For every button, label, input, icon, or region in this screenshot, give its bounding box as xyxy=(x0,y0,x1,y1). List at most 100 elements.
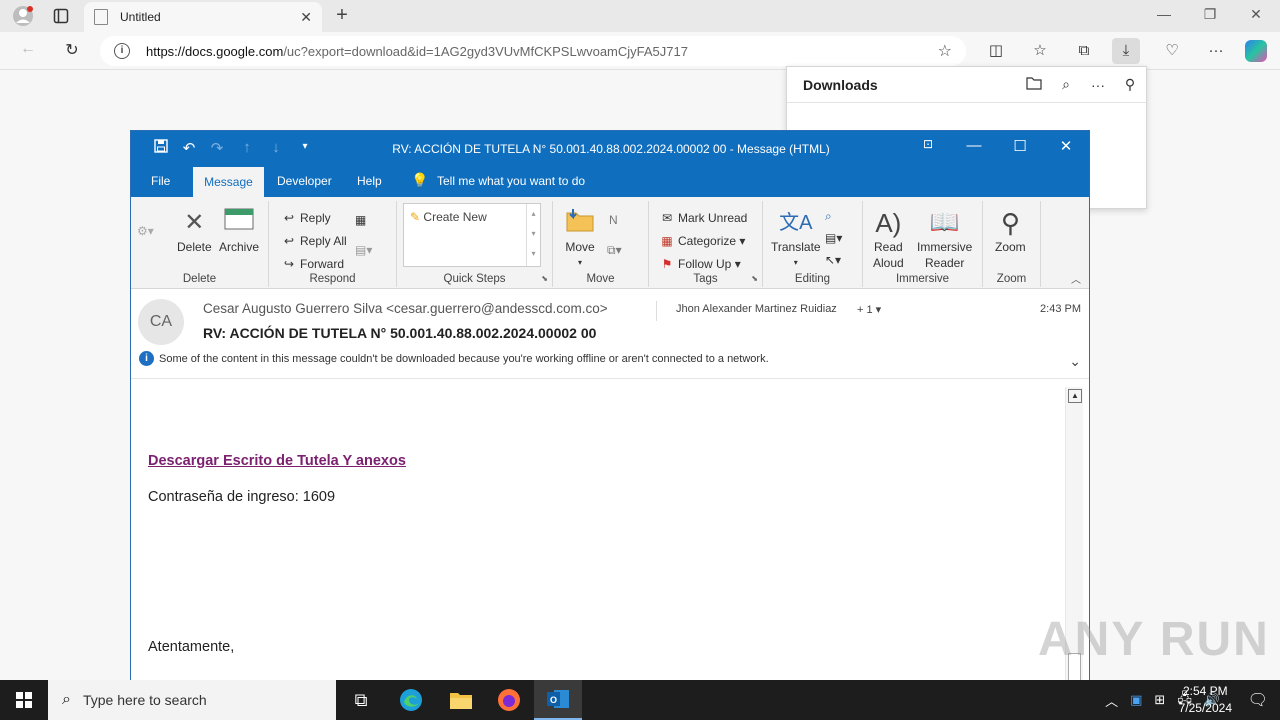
gallery-scroll[interactable]: ▴ ▾ ▾ xyxy=(526,204,540,266)
ribbon-display-icon[interactable]: ⊡ xyxy=(913,137,943,151)
sender[interactable]: Cesar Augusto Guerrero Silva <cesar.guer… xyxy=(203,301,608,316)
info-bar[interactable]: i Some of the content in this message co… xyxy=(139,351,769,366)
editing-group-label: Editing xyxy=(794,273,831,285)
avatar[interactable]: CA xyxy=(138,299,184,345)
onenote-icon[interactable]: N xyxy=(609,213,618,227)
close-icon[interactable]: ✕ xyxy=(1242,6,1270,23)
task-view-icon[interactable]: ⧉ xyxy=(346,686,376,714)
ignore-icon[interactable]: ⚙▾ xyxy=(137,223,154,239)
download-link[interactable]: Descargar Escrito de Tutela Y anexos xyxy=(148,453,406,469)
start-button[interactable] xyxy=(0,680,48,720)
more-recipients[interactable]: + 1 ▾ xyxy=(857,303,881,316)
close-icon[interactable]: ✕ xyxy=(1051,137,1081,155)
follow-up-button[interactable]: ⚑ Follow Up ▾ xyxy=(659,257,741,271)
minimize-icon[interactable]: — xyxy=(1150,6,1178,22)
outlook-tray-icon[interactable]: ▣ xyxy=(1130,692,1142,708)
notification-icon[interactable]: 🗨 xyxy=(1248,690,1268,710)
tray-app-icon[interactable]: ⊞ xyxy=(1154,692,1165,708)
browser-tab-bar: Untitled ✕ + — ❐ ✕ xyxy=(0,0,1280,32)
forward-button[interactable]: ↪ Forward xyxy=(281,257,344,271)
menu-message[interactable]: Message xyxy=(193,167,264,197)
browser-essentials-icon[interactable]: ♡ xyxy=(1158,38,1186,64)
url-bar[interactable]: i https://docs.google.com/uc?export=down… xyxy=(100,36,966,66)
categorize-button[interactable]: ▦ Categorize ▾ xyxy=(659,234,745,248)
related-icon[interactable]: ▤▾ xyxy=(825,231,842,245)
reply-button[interactable]: ↩ Reply xyxy=(281,211,331,225)
downloads-icon[interactable]: ⤓ xyxy=(1112,38,1140,64)
downloads-title: Downloads xyxy=(803,76,878,93)
create-new-quickstep[interactable]: ✎ Create New xyxy=(410,210,487,224)
read-aloud-button[interactable]: A) Read Aloud xyxy=(873,207,904,271)
undo-icon[interactable]: ↶ xyxy=(179,139,199,157)
favorite-star-icon[interactable]: ☆ xyxy=(938,41,952,61)
page-icon xyxy=(94,9,108,25)
menu-developer[interactable]: Developer xyxy=(277,174,332,188)
firefox-icon[interactable] xyxy=(494,686,524,714)
back-icon[interactable]: ← xyxy=(16,40,40,62)
save-icon[interactable] xyxy=(151,139,171,157)
quick-steps-launcher-icon[interactable]: ⬊ xyxy=(541,274,548,283)
tell-me-search[interactable]: Tell me what you want to do xyxy=(437,174,585,188)
info-icon[interactable]: i xyxy=(114,43,130,59)
collapse-ribbon-icon[interactable]: ︿ xyxy=(1071,271,1081,286)
file-explorer-icon[interactable] xyxy=(446,686,476,714)
browser-tab[interactable]: Untitled ✕ xyxy=(84,2,322,32)
minimize-icon[interactable]: — xyxy=(959,137,989,154)
translate-button[interactable]: 文A Translate ▾ xyxy=(771,207,821,271)
find-icon[interactable]: ⌕ xyxy=(825,209,832,224)
archive-button[interactable]: Archive xyxy=(219,207,259,255)
open-folder-icon[interactable] xyxy=(1018,76,1050,93)
customize-toolbar-icon[interactable]: ▾ xyxy=(295,141,315,152)
edge-icon[interactable] xyxy=(396,686,426,714)
search-icon: ⌕ xyxy=(62,691,71,708)
actions-icon[interactable]: ⧉▾ xyxy=(607,243,622,258)
close-tab-icon[interactable]: ✕ xyxy=(300,9,312,26)
outlook-menu-bar: File Message Developer Help 💡 Tell me wh… xyxy=(131,165,1089,197)
profile-icon[interactable] xyxy=(8,2,38,30)
more-respond-icon[interactable]: ▤▾ xyxy=(355,243,372,257)
mark-unread-button[interactable]: ✉ Mark Unread xyxy=(659,211,747,225)
taskbar-search[interactable]: ⌕ Type here to search xyxy=(48,680,336,720)
restore-icon[interactable]: ❐ xyxy=(1196,6,1224,23)
quick-steps-gallery[interactable]: ✎ Create New ▴ ▾ ▾ xyxy=(403,203,541,267)
select-icon[interactable]: ↖▾ xyxy=(825,253,841,267)
more-options-icon[interactable]: ··· xyxy=(1082,77,1114,93)
reply-all-button[interactable]: ↩ Reply All xyxy=(281,234,347,248)
outlook-taskbar-icon[interactable]: O xyxy=(534,680,582,720)
lightbulb-icon: 💡 xyxy=(411,172,429,188)
chevron-down-icon[interactable]: ⌄ xyxy=(1069,353,1081,370)
message-body: Descargar Escrito de Tutela Y anexos Con… xyxy=(131,379,1089,689)
delete-button[interactable]: ✕ Delete xyxy=(177,207,212,255)
pin-icon[interactable]: ⚲ xyxy=(1114,76,1146,93)
immersive-group: A) Read Aloud 📖 Immersive Reader Immersi… xyxy=(863,201,983,287)
move-button[interactable]: Move ▾ xyxy=(565,207,595,271)
collections-icon[interactable]: ⧉ xyxy=(1070,38,1098,64)
search-placeholder: Type here to search xyxy=(82,692,207,708)
tags-group-label: Tags xyxy=(693,273,718,285)
split-screen-icon[interactable]: ◫ xyxy=(982,38,1010,64)
meeting-icon[interactable]: ▦ xyxy=(355,213,366,227)
previous-item-icon[interactable]: ↑ xyxy=(237,139,257,156)
menu-file[interactable]: File xyxy=(151,174,170,188)
ribbon: ⚙▾ ✕ Delete Archive Delete ↩ Reply ↩ Reply… xyxy=(131,197,1089,289)
search-icon[interactable]: ⌕ xyxy=(1050,76,1082,93)
refresh-icon[interactable]: ↻ xyxy=(60,40,84,62)
zoom-button[interactable]: ⚲ Zoom xyxy=(995,207,1026,255)
move-group: Move ▾ N ⧉▾ Move xyxy=(553,201,649,287)
tab-actions-icon[interactable] xyxy=(46,2,76,30)
clock-date: 7/25/2024 xyxy=(1178,701,1232,715)
copilot-icon[interactable] xyxy=(1245,40,1267,62)
new-tab-button[interactable]: + xyxy=(330,4,354,27)
next-item-icon[interactable]: ↓ xyxy=(266,139,286,156)
show-hidden-icons[interactable]: ︿ xyxy=(1105,691,1118,710)
redo-icon[interactable]: ↷ xyxy=(207,139,227,157)
favorites-icon[interactable]: ☆ xyxy=(1026,38,1054,64)
immersive-reader-button[interactable]: 📖 Immersive Reader xyxy=(917,207,972,271)
menu-help[interactable]: Help xyxy=(357,174,382,188)
tags-launcher-icon[interactable]: ⬊ xyxy=(751,274,758,283)
more-options-icon[interactable]: ··· xyxy=(1202,38,1230,64)
maximize-icon[interactable]: ☐ xyxy=(1005,137,1035,155)
recipient[interactable]: Jhon Alexander Martinez Ruidiaz xyxy=(676,303,837,315)
clock[interactable]: 2:54 PM 7/25/2024 xyxy=(1179,683,1232,717)
scroll-up-icon[interactable]: ▲ xyxy=(1068,389,1082,403)
